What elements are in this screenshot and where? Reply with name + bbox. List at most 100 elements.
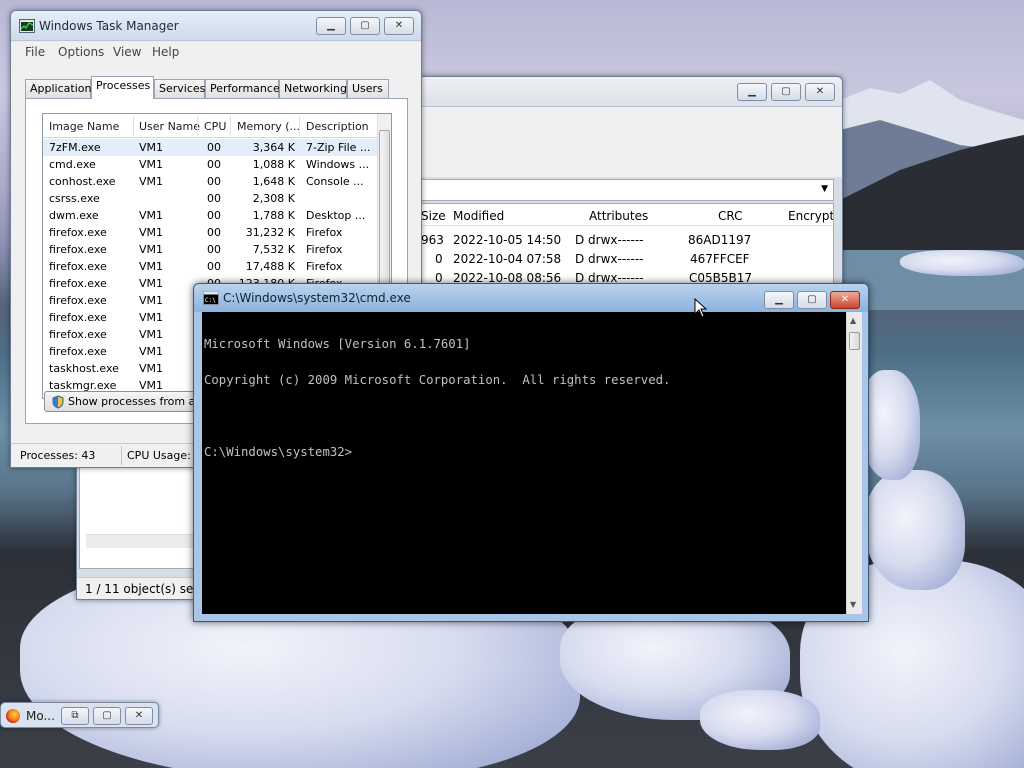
minimized-window-firefox[interactable]: Mo... ⧉ ▢ ✕	[0, 702, 159, 728]
process-row[interactable]: firefox.exe VM1 00 7,532 K Firefox	[43, 241, 379, 258]
horizontal-scrollbar[interactable]	[86, 534, 206, 548]
process-user: VM1	[139, 294, 164, 307]
scroll-down-icon[interactable]: ▼	[850, 600, 856, 609]
process-image: firefox.exe	[49, 226, 107, 239]
column-encrypted[interactable]: Encrypte	[788, 209, 833, 223]
column-size[interactable]: Size	[421, 209, 446, 223]
chevron-down-icon[interactable]: ▼	[821, 184, 828, 194]
process-image: cmd.exe	[49, 158, 96, 171]
process-row[interactable]: csrss.exe 00 2,308 K	[43, 190, 379, 207]
close-button[interactable]: ✕	[384, 17, 414, 35]
menu-file[interactable]: File	[25, 45, 45, 59]
menu-view[interactable]: View	[113, 45, 141, 59]
close-button[interactable]: ✕	[125, 707, 153, 725]
column-crc[interactable]: CRC	[718, 209, 743, 223]
file-modified: 2022-10-04 07:58	[453, 252, 562, 266]
close-button[interactable]: ✕	[830, 291, 860, 309]
process-desc: 7-Zip File ...	[306, 141, 371, 154]
cmd-window[interactable]: C:\ C:\Windows\system32\cmd.exe ▁ ▢ ✕ Mi…	[193, 283, 869, 622]
minimize-button[interactable]: ▁	[737, 83, 767, 101]
console-line: Microsoft Windows [Version 6.1.7601]	[204, 337, 471, 351]
menu-bar: File Options View Help	[11, 42, 421, 62]
column-description[interactable]: Description	[306, 120, 369, 133]
column-attributes[interactable]: Attributes	[589, 209, 648, 223]
column-cpu[interactable]: CPU	[204, 120, 226, 133]
console-output[interactable]: Microsoft Windows [Version 6.1.7601] Cop…	[202, 312, 846, 614]
tab-networking[interactable]: Networking	[279, 79, 347, 98]
process-desc: Firefox	[306, 260, 343, 273]
process-user: VM1	[139, 141, 164, 154]
process-mem: 7,532 K	[252, 243, 295, 256]
file-crc: 467FFCEF	[690, 252, 750, 266]
file-crc: 86AD1197	[688, 233, 752, 247]
task-manager-titlebar[interactable]: Windows Task Manager ▁ ▢ ✕	[11, 11, 421, 41]
scrollbar-thumb[interactable]	[849, 332, 860, 350]
ice-chunk	[700, 690, 820, 750]
process-row[interactable]: 7zFM.exe VM1 00 3,364 K 7-Zip File ...	[43, 139, 379, 156]
ice-chunk	[860, 370, 920, 480]
svg-text:C:\: C:\	[205, 297, 216, 304]
process-user: VM1	[139, 277, 164, 290]
column-modified[interactable]: Modified	[453, 209, 504, 223]
process-image: firefox.exe	[49, 328, 107, 341]
maximize-button[interactable]: ▢	[771, 83, 801, 101]
restore-button[interactable]: ⧉	[61, 707, 89, 725]
tab-services[interactable]: Services	[154, 79, 205, 98]
console-prompt: C:\Windows\system32>	[204, 445, 353, 459]
tab-performance[interactable]: Performance	[205, 79, 280, 98]
ice-chunk	[865, 470, 965, 590]
menu-help[interactable]: Help	[152, 45, 179, 59]
show-all-processes-button[interactable]: Show processes from all us	[44, 391, 214, 412]
menu-options[interactable]: Options	[58, 45, 104, 59]
mouse-cursor-icon	[694, 298, 708, 318]
process-user: VM1	[139, 175, 164, 188]
maximize-button[interactable]: ▢	[93, 707, 121, 725]
process-cpu: 00	[207, 260, 221, 273]
process-row[interactable]: firefox.exe VM1 00 31,232 K Firefox	[43, 224, 379, 241]
firefox-icon	[6, 709, 20, 723]
tab-processes[interactable]: Processes	[91, 76, 154, 99]
cmd-titlebar[interactable]: C:\ C:\Windows\system32\cmd.exe ▁ ▢ ✕	[194, 284, 868, 312]
process-desc: Firefox	[306, 226, 343, 239]
tab-applications[interactable]: Applications	[25, 79, 97, 98]
process-row[interactable]: conhost.exe VM1 00 1,648 K Console ...	[43, 173, 379, 190]
minimize-button[interactable]: ▁	[764, 291, 794, 309]
process-image: 7zFM.exe	[49, 141, 101, 154]
file-attributes: D drwx------	[575, 233, 644, 247]
scroll-up-icon[interactable]: ▲	[850, 316, 856, 325]
process-user: VM1	[139, 362, 164, 375]
column-image-name[interactable]: Image Name	[49, 120, 119, 133]
process-desc: Firefox	[306, 243, 343, 256]
cmd-icon: C:\	[203, 291, 219, 305]
process-user: VM1	[139, 260, 164, 273]
process-user: VM1	[139, 243, 164, 256]
process-desc: Desktop ...	[306, 209, 366, 222]
close-button[interactable]: ✕	[805, 83, 835, 101]
process-image: dwm.exe	[49, 209, 99, 222]
tab-users[interactable]: Users	[347, 79, 389, 98]
process-mem: 17,488 K	[245, 260, 295, 273]
cpu-usage: CPU Usage: 1	[127, 449, 202, 462]
process-row[interactable]: cmd.exe VM1 00 1,088 K Windows ...	[43, 156, 379, 173]
process-cpu: 00	[207, 141, 221, 154]
process-count: Processes: 43	[20, 449, 96, 462]
process-mem: 31,232 K	[245, 226, 295, 239]
column-memory[interactable]: Memory (...	[237, 120, 300, 133]
process-mem: 2,308 K	[252, 192, 295, 205]
console-scrollbar[interactable]: ▲ ▼	[846, 312, 862, 614]
process-image: csrss.exe	[49, 192, 100, 205]
process-mem: 1,788 K	[252, 209, 295, 222]
process-user: VM1	[139, 158, 164, 171]
column-user-name[interactable]: User Name	[139, 120, 200, 133]
process-desc: Windows ...	[306, 158, 370, 171]
maximize-button[interactable]: ▢	[797, 291, 827, 309]
minimize-button[interactable]: ▁	[316, 17, 346, 35]
process-mem: 1,088 K	[252, 158, 295, 171]
window-title: Windows Task Manager	[39, 19, 179, 33]
process-image: taskhost.exe	[49, 362, 119, 375]
process-row[interactable]: firefox.exe VM1 00 17,488 K Firefox	[43, 258, 379, 275]
process-user: VM1	[139, 345, 164, 358]
process-row[interactable]: dwm.exe VM1 00 1,788 K Desktop ...	[43, 207, 379, 224]
maximize-button[interactable]: ▢	[350, 17, 380, 35]
process-cpu: 00	[207, 209, 221, 222]
